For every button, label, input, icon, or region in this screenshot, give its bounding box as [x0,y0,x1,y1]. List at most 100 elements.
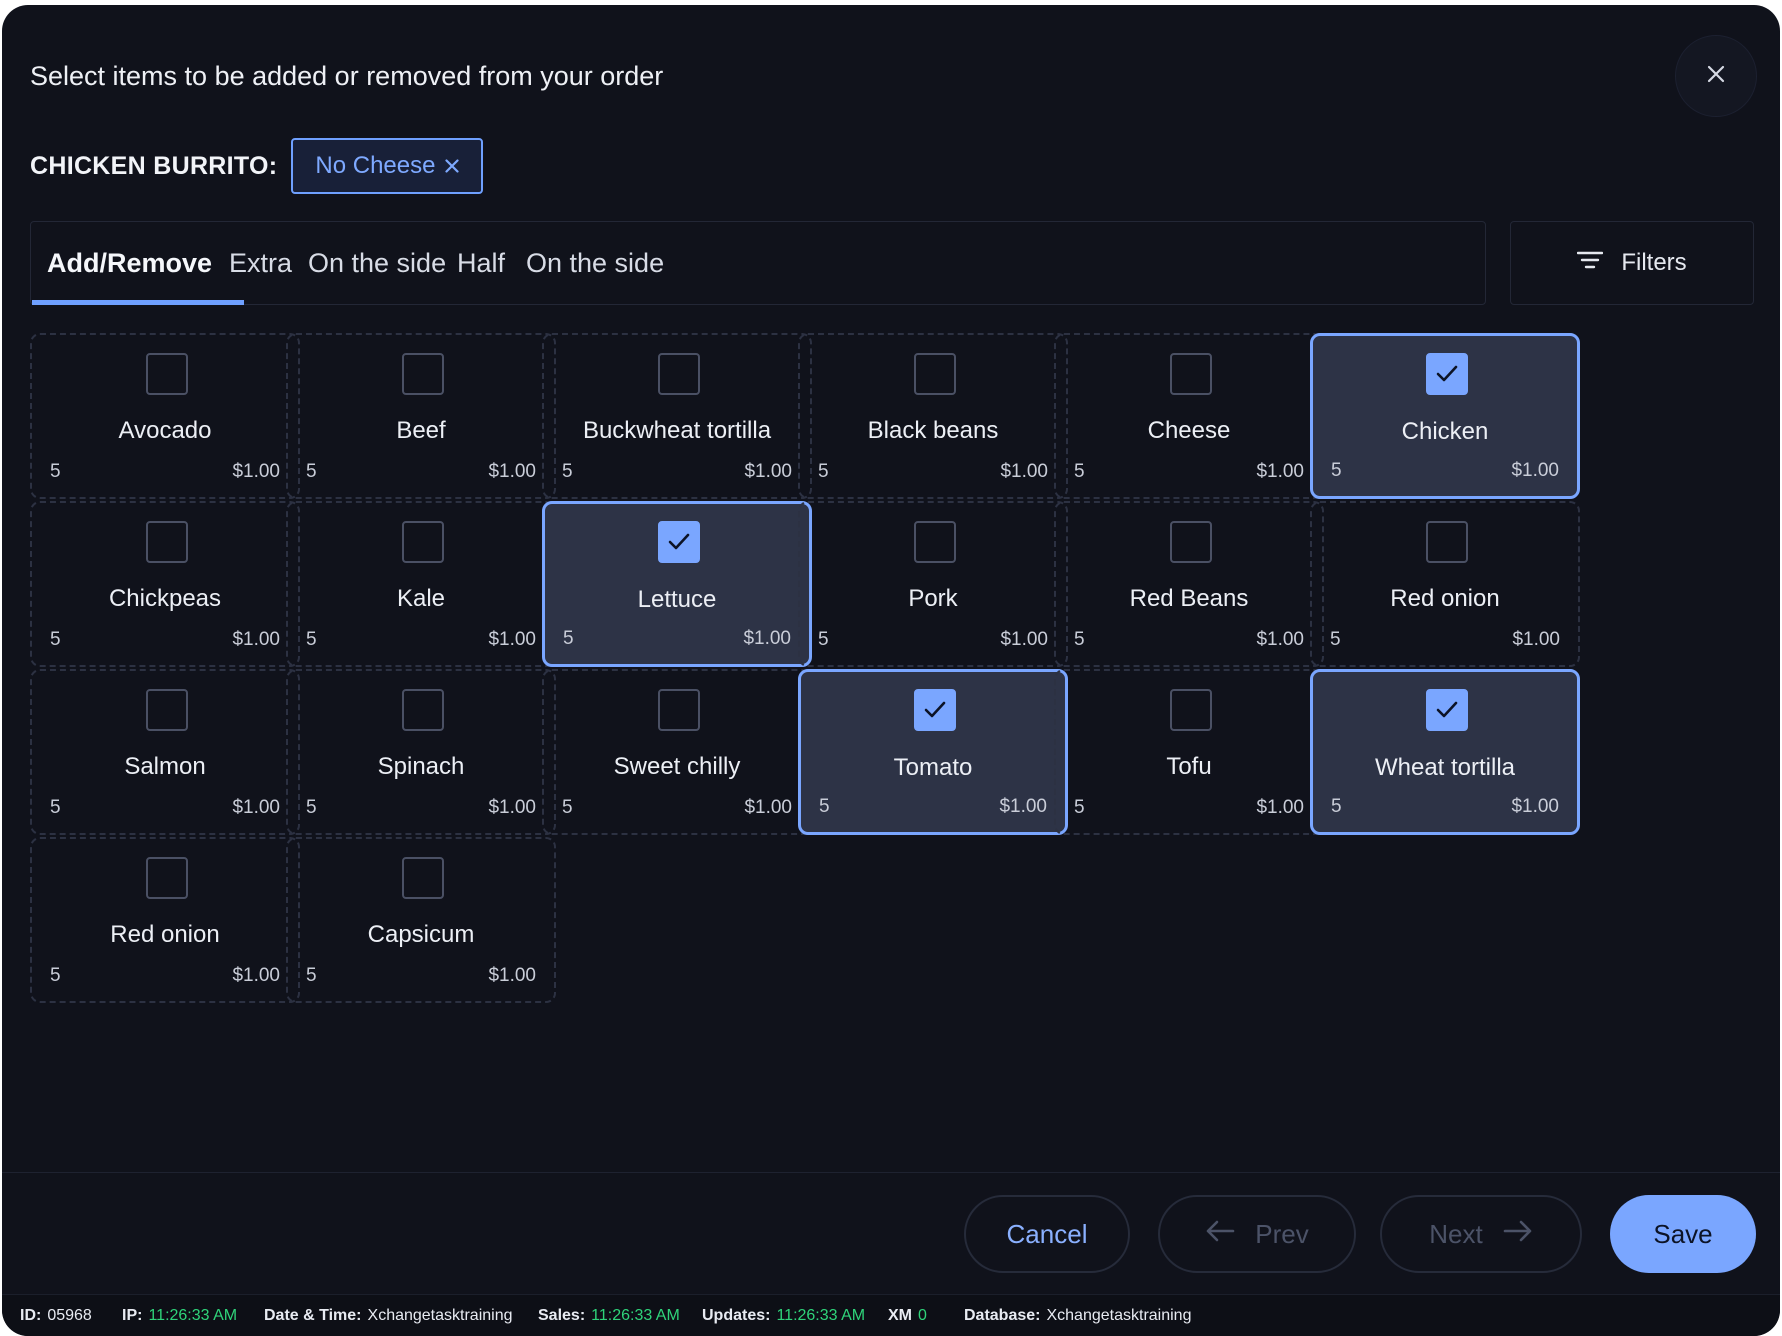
ingredient-card[interactable]: Chicken 5 $1.00 [1310,333,1580,499]
ingredient-card[interactable]: Wheat tortilla 5 $1.00 [1310,669,1580,835]
checkbox[interactable] [146,521,188,563]
ingredient-card[interactable]: Salmon 5 $1.00 [30,669,300,835]
ingredient-price: $1.00 [232,461,280,482]
status-sales: Sales: 11:26:33 AM [538,1307,680,1324]
checkbox[interactable] [1170,353,1212,395]
ingredient-card[interactable]: Red Beans 5 $1.00 [1054,501,1324,667]
ingredient-name: Tofu [1166,753,1212,780]
checkbox[interactable] [1170,689,1212,731]
ingredient-price: $1.00 [1511,796,1559,817]
ingredient-qty: 5 [818,461,829,482]
ingredient-price: $1.00 [744,797,792,818]
ingredient-card[interactable]: Cheese 5 $1.00 [1054,333,1324,499]
checkbox[interactable] [658,689,700,731]
ingredient-card[interactable]: Capsicum 5 $1.00 [286,837,556,1003]
ingredient-price: $1.00 [488,965,536,986]
tab-extra[interactable]: Extra [229,222,292,304]
ingredient-card[interactable]: Red onion 5 $1.00 [30,837,300,1003]
checkbox[interactable] [914,353,956,395]
checkbox[interactable] [402,857,444,899]
checkbox[interactable] [402,689,444,731]
ingredient-card[interactable]: Pork 5 $1.00 [798,501,1068,667]
checkbox[interactable] [146,689,188,731]
checkbox-checked[interactable] [914,689,956,731]
checkbox-checked[interactable] [658,521,700,563]
ingredient-card[interactable]: Tofu 5 $1.00 [1054,669,1324,835]
modifier-tabs: Add/Remove Extra On the side Half On the… [30,221,1486,305]
ingredient-qty: 5 [306,461,317,482]
ingredient-price: $1.00 [232,629,280,650]
ingredient-price: $1.00 [232,965,280,986]
ingredient-card[interactable]: Beef 5 $1.00 [286,333,556,499]
ingredient-name: Red Beans [1129,585,1249,612]
status-updates: Updates: 11:26:33 AM [702,1307,866,1324]
ingredient-price: $1.00 [999,796,1047,817]
check-icon [1436,365,1458,382]
checkbox[interactable] [146,857,188,899]
checkbox[interactable] [914,521,956,563]
ingredient-name: Red onion [1390,585,1500,612]
status-database: Database: Xchangetasktraining [964,1307,1192,1324]
save-button[interactable]: Save [1610,1195,1756,1273]
check-icon [668,533,690,550]
checkbox[interactable] [1426,521,1468,563]
status-xm: XM 0 [888,1307,927,1324]
ingredient-name: Beef [396,417,446,444]
tab-on-the-side[interactable]: On the side [308,222,446,304]
ingredient-price: $1.00 [1000,461,1048,482]
ingredient-name: Sweet chilly [613,753,741,780]
ingredient-qty: 5 [562,797,573,818]
ingredient-name: Avocado [118,417,212,444]
ingredient-name: Pork [908,585,958,612]
ingredient-card[interactable]: Black beans 5 $1.00 [798,333,1068,499]
ingredient-price: $1.00 [1256,629,1304,650]
checkbox[interactable] [658,353,700,395]
filter-icon [1577,249,1604,277]
status-datetime: Date & Time: Xchangetasktraining [264,1307,513,1324]
x-icon[interactable] [445,152,460,180]
ingredient-price: $1.00 [488,629,536,650]
ingredient-qty: 5 [1074,461,1085,482]
next-button[interactable]: Next [1380,1195,1582,1273]
ingredient-price: $1.00 [1256,461,1304,482]
ingredient-card[interactable]: Buckwheat tortilla 5 $1.00 [542,333,812,499]
tab-on-the-side-2[interactable]: On the side [526,222,664,304]
ingredient-name: Black beans [867,417,999,444]
ingredient-price: $1.00 [743,628,791,649]
ingredient-price: $1.00 [232,797,280,818]
filters-button[interactable]: Filters [1510,221,1754,305]
checkbox-checked[interactable] [1426,689,1468,731]
checkbox-checked[interactable] [1426,353,1468,395]
ingredient-card[interactable]: Avocado 5 $1.00 [30,333,300,499]
arrow-left-icon [1205,1219,1235,1250]
close-button[interactable] [1675,35,1757,117]
ingredient-card[interactable]: Kale 5 $1.00 [286,501,556,667]
status-ip: IP: 11:26:33 AM [122,1307,238,1324]
ingredient-name: Capsicum [367,921,475,948]
ingredient-qty: 5 [50,461,61,482]
ingredient-qty: 5 [1331,796,1342,817]
tab-half[interactable]: Half [457,222,505,304]
checkbox[interactable] [402,353,444,395]
ingredient-price: $1.00 [1256,797,1304,818]
ingredient-name: Lettuce [637,586,717,613]
footer-divider [2,1172,1780,1173]
tab-add-remove[interactable]: Add/Remove [47,222,212,304]
ingredient-card[interactable]: Spinach 5 $1.00 [286,669,556,835]
ingredient-card[interactable]: Sweet chilly 5 $1.00 [542,669,812,835]
checkbox[interactable] [1170,521,1212,563]
check-icon [1436,701,1458,718]
cancel-button[interactable]: Cancel [964,1195,1130,1273]
checkbox[interactable] [402,521,444,563]
prev-button[interactable]: Prev [1158,1195,1356,1273]
order-item-name: CHICKEN BURRITO: [30,151,278,180]
ingredient-card[interactable]: Tomato 5 $1.00 [798,669,1068,835]
modifier-chip[interactable]: No Cheese [291,138,484,194]
checkbox[interactable] [146,353,188,395]
ingredient-card[interactable]: Lettuce 5 $1.00 [542,501,812,667]
ingredient-name: Salmon [124,753,206,780]
ingredient-card[interactable]: Red onion 5 $1.00 [1310,501,1580,667]
status-id: ID: 05968 [20,1307,92,1324]
ingredient-card[interactable]: Chickpeas 5 $1.00 [30,501,300,667]
next-label: Next [1429,1218,1483,1249]
